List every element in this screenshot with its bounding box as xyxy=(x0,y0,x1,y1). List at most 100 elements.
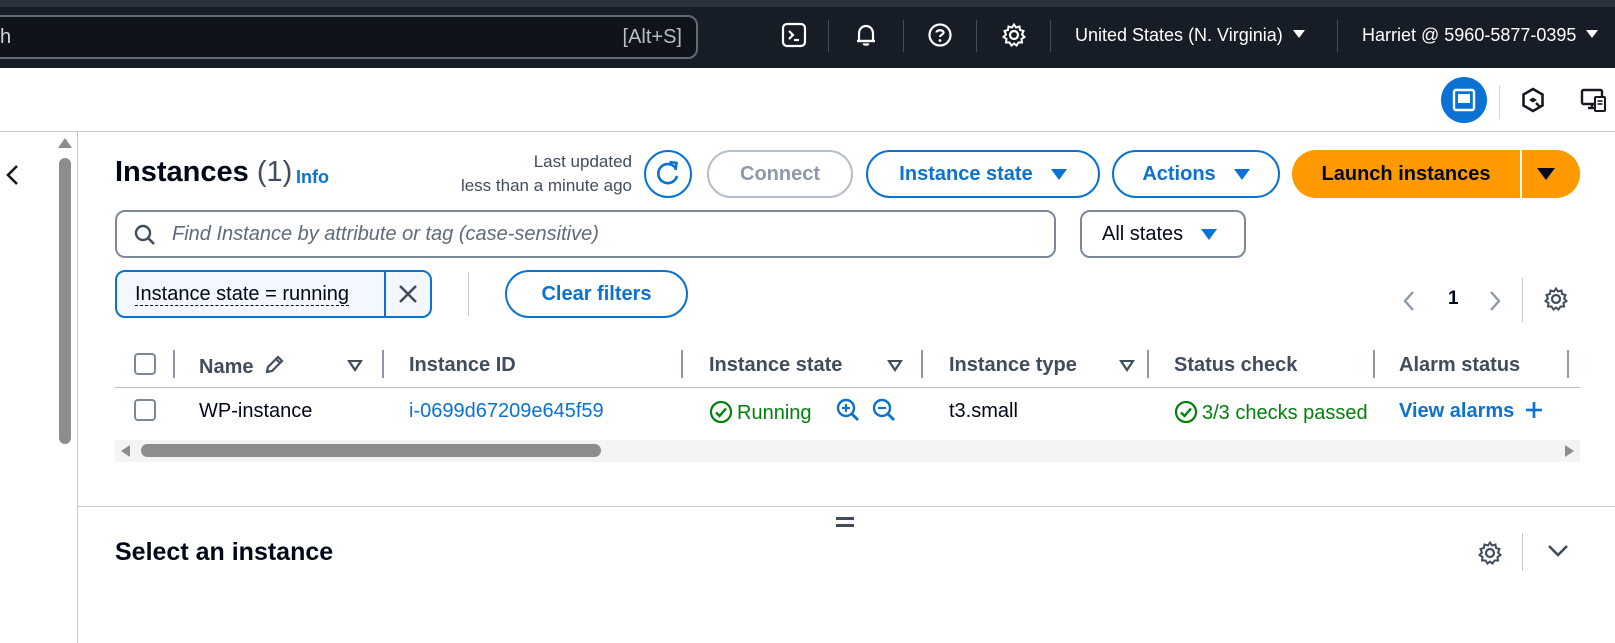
table-row[interactable]: WP-instance i-0699d67209e645f59 Running … xyxy=(115,388,1580,432)
row-select-checkbox[interactable] xyxy=(134,399,156,421)
sort-icon[interactable] xyxy=(1119,360,1135,372)
instance-state-text: Running xyxy=(737,402,812,424)
cell-name: WP-instance xyxy=(199,400,313,422)
cell-instance-id-link[interactable]: i-0699d67209e645f59 xyxy=(409,400,604,423)
status-check-text: 3/3 checks passed xyxy=(1202,402,1368,424)
instance-count: (1) xyxy=(256,156,293,188)
caret-down-icon xyxy=(1201,228,1218,240)
remote-desktop-icon[interactable] xyxy=(1576,83,1610,117)
cell-instance-state: Running xyxy=(709,400,812,425)
search-icon xyxy=(134,224,155,245)
column-header-status-check[interactable]: Status check xyxy=(1174,354,1297,377)
chevron-down-icon[interactable] xyxy=(1546,543,1570,564)
scroll-up-arrow[interactable] xyxy=(58,138,72,148)
chevron-left-icon[interactable] xyxy=(2,162,24,188)
page-title: Instances (1) xyxy=(115,156,292,189)
nav-divider xyxy=(1050,20,1051,52)
column-header-name[interactable]: Name xyxy=(199,354,285,379)
view-alarms-link[interactable]: View alarms xyxy=(1399,400,1544,423)
column-divider xyxy=(1567,350,1569,378)
zoom-in-icon[interactable] xyxy=(835,397,861,429)
settings-gear-icon[interactable] xyxy=(1001,22,1027,48)
amazon-q-icon[interactable] xyxy=(1516,83,1550,117)
search-placeholder-fragment: h xyxy=(0,26,12,48)
column-divider xyxy=(681,350,683,378)
launch-instances-split-button: Launch instances xyxy=(1292,150,1580,198)
toolbar-divider xyxy=(1499,85,1500,119)
success-check-icon xyxy=(709,400,733,424)
launch-instances-button[interactable]: Launch instances xyxy=(1292,150,1522,198)
notifications-bell-icon[interactable] xyxy=(853,22,879,48)
info-link[interactable]: Info xyxy=(296,167,329,188)
split-panel-title: Select an instance xyxy=(115,538,334,566)
console-toolbar xyxy=(0,68,1615,132)
states-select-value: All states xyxy=(1102,222,1184,245)
column-header-instance-id[interactable]: Instance ID xyxy=(409,354,516,377)
resize-handle-icon[interactable] xyxy=(836,517,854,527)
split-panel-settings-gear-icon[interactable] xyxy=(1477,540,1503,571)
cell-instance-type: t3.small xyxy=(949,400,1018,422)
launch-dropdown-caret-icon[interactable] xyxy=(1537,168,1555,180)
column-header-alarm-status[interactable]: Alarm status xyxy=(1399,354,1520,377)
table-preferences-gear-icon[interactable] xyxy=(1543,286,1569,317)
next-page-icon[interactable] xyxy=(1488,290,1502,317)
instance-state-button[interactable]: Instance state xyxy=(866,150,1100,198)
refresh-button[interactable] xyxy=(644,150,692,198)
nav-divider xyxy=(828,20,829,52)
sort-icon[interactable] xyxy=(347,360,363,372)
refresh-icon xyxy=(657,160,679,185)
caret-down-icon xyxy=(1292,30,1305,39)
global-search-input[interactable]: h [Alt+S] xyxy=(0,15,698,59)
column-header-instance-state[interactable]: Instance state xyxy=(709,354,842,377)
edit-pencil-icon xyxy=(265,355,284,374)
connect-button[interactable]: Connect xyxy=(707,150,853,198)
find-instance-input[interactable] xyxy=(172,218,1032,250)
actions-button-label: Actions xyxy=(1142,162,1216,185)
clear-filters-button[interactable]: Clear filters xyxy=(505,270,688,318)
previous-page-icon[interactable] xyxy=(1402,290,1416,317)
current-page-number[interactable]: 1 xyxy=(1448,288,1459,310)
cell-status-check: 3/3 checks passed xyxy=(1174,400,1374,425)
sort-icon[interactable] xyxy=(887,360,903,372)
last-updated-value: less than a minute ago xyxy=(460,176,632,195)
scroll-left-arrow[interactable] xyxy=(121,445,130,457)
plus-icon xyxy=(1525,402,1542,418)
scroll-right-arrow[interactable] xyxy=(1565,445,1574,457)
last-updated-label: Last updated xyxy=(533,152,632,171)
nav-divider xyxy=(1337,20,1338,52)
filter-token[interactable]: Instance state = running xyxy=(115,270,432,318)
column-divider xyxy=(382,350,384,378)
caret-down-icon xyxy=(1050,168,1067,180)
view-alarms-label: View alarms xyxy=(1399,400,1515,422)
horizontal-scrollbar-thumb[interactable] xyxy=(141,444,601,457)
find-instance-field[interactable] xyxy=(115,210,1056,258)
account-menu[interactable]: Harriet @ 5960-5877-0395 xyxy=(1362,25,1599,46)
success-check-icon xyxy=(1174,400,1198,424)
help-icon[interactable] xyxy=(927,22,953,48)
top-navigation-bar: h [Alt+S] United States (N. Virginia) Ha… xyxy=(0,0,1615,68)
zoom-out-icon[interactable] xyxy=(871,397,897,429)
column-header-instance-type[interactable]: Instance type xyxy=(949,354,1077,377)
nav-divider xyxy=(903,20,904,52)
column-divider xyxy=(1147,350,1149,378)
states-filter-select[interactable]: All states xyxy=(1080,210,1246,258)
column-header-name-label: Name xyxy=(199,356,254,378)
vertical-scrollbar-thumb[interactable] xyxy=(59,158,71,444)
page-title-text: Instances xyxy=(115,156,249,188)
pager-divider xyxy=(1522,278,1523,322)
panel-layout-icon[interactable] xyxy=(1441,77,1487,123)
filter-divider xyxy=(468,272,469,316)
remove-filter-button[interactable] xyxy=(384,272,430,316)
region-selector[interactable]: United States (N. Virginia) xyxy=(1075,25,1305,46)
filter-token-label: Instance state = running xyxy=(117,282,387,306)
cloudshell-icon[interactable] xyxy=(781,22,807,48)
browser-edge-strip xyxy=(0,0,1615,7)
column-divider xyxy=(921,350,923,378)
actions-button[interactable]: Actions xyxy=(1112,150,1280,198)
caret-down-icon xyxy=(1233,168,1250,180)
close-icon xyxy=(399,285,417,303)
horizontal-scrollbar[interactable] xyxy=(115,440,1580,462)
split-panel-divider-vertical xyxy=(1522,533,1523,571)
select-all-checkbox[interactable] xyxy=(134,353,156,375)
split-panel-divider xyxy=(78,506,1615,507)
